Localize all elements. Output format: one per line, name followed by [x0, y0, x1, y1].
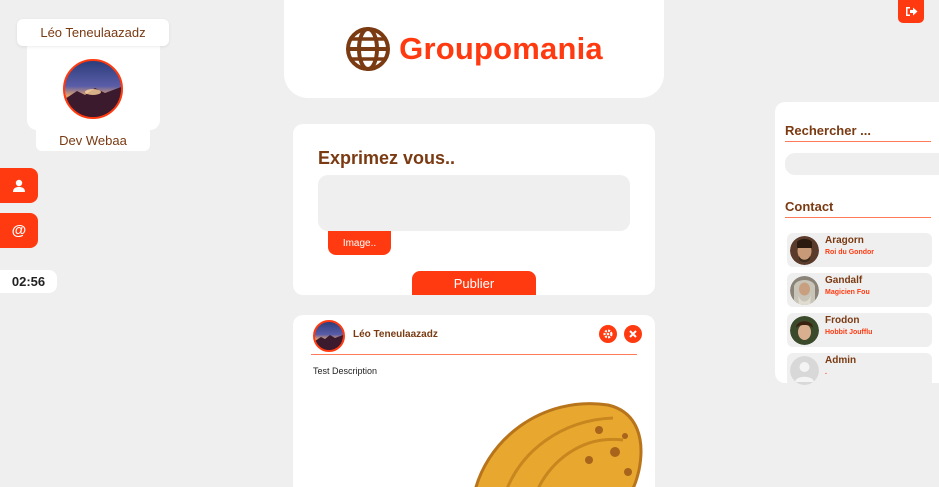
- search-divider: [785, 141, 931, 142]
- contact-name: Admin: [825, 355, 857, 366]
- search-input[interactable]: [785, 153, 939, 175]
- post-form-title: Exprimez vous..: [318, 148, 456, 168]
- contact-item-aragorn[interactable]: Aragorn Roi du Gondor: [787, 233, 932, 267]
- avatar: [790, 316, 819, 345]
- at-sign-icon: @: [11, 222, 27, 239]
- contact-name: Aragorn: [825, 235, 864, 246]
- contact-subtitle: .: [825, 369, 827, 376]
- profile-name: Léo Teneulaazadz: [17, 19, 169, 46]
- user-icon: [13, 179, 25, 192]
- image-upload-button[interactable]: Image..: [328, 231, 391, 255]
- contact-item-frodon[interactable]: Frodon Hobbit Joufflu: [787, 313, 932, 347]
- post-form: Exprimez vous.. Image.. Publier: [293, 124, 655, 295]
- search-label: Rechercher ...: [785, 123, 871, 138]
- contact-subtitle: Hobbit Joufflu: [825, 329, 873, 336]
- post-description: Test Description: [313, 366, 378, 376]
- post-image[interactable]: [463, 400, 643, 487]
- logout-icon: [905, 7, 917, 16]
- contact-label: Contact: [785, 199, 834, 214]
- profile-card: [27, 38, 160, 130]
- post-divider: [311, 354, 637, 355]
- post-card: Léo Teneulaazadz Test Description: [293, 315, 655, 487]
- post-author-name[interactable]: Léo Teneulaazadz: [353, 329, 438, 340]
- post-delete-button[interactable]: [624, 325, 642, 343]
- close-icon: [629, 330, 637, 338]
- contact-subtitle: Roi du Gondor: [825, 249, 874, 256]
- clock: 02:56: [0, 270, 57, 293]
- post-author-avatar[interactable]: [313, 320, 345, 352]
- post-textarea[interactable]: [318, 175, 630, 231]
- logo-text: Groupomania: [399, 31, 603, 66]
- contact-item-admin[interactable]: Admin .: [787, 353, 932, 387]
- mountain-landscape-icon: [65, 87, 121, 117]
- profile-role: Dev Webaa: [36, 130, 150, 151]
- logout-button[interactable]: [898, 0, 924, 23]
- contact-item-gandalf[interactable]: Gandalf Magicien Fou: [787, 273, 932, 307]
- avatar: [790, 236, 819, 265]
- publish-button[interactable]: Publier: [412, 271, 536, 295]
- gear-icon: [603, 329, 613, 339]
- contact-name: Gandalf: [825, 275, 863, 286]
- contact-nav-button[interactable]: @: [0, 213, 38, 248]
- post-settings-button[interactable]: [599, 325, 617, 343]
- contact-subtitle: Magicien Fou: [825, 289, 870, 296]
- contact-divider: [785, 217, 931, 218]
- profile-nav-button[interactable]: [0, 168, 38, 203]
- mountain-landscape-icon: [315, 335, 343, 350]
- default-avatar-icon: [790, 356, 819, 385]
- globe-icon: [346, 27, 391, 71]
- right-sidebar: Rechercher ... Contact Aragorn Roi du Go…: [775, 102, 939, 387]
- header-logo-card: Groupomania: [284, 0, 664, 98]
- avatar: [790, 276, 819, 305]
- avatar[interactable]: [63, 59, 123, 119]
- contact-name: Frodon: [825, 315, 860, 326]
